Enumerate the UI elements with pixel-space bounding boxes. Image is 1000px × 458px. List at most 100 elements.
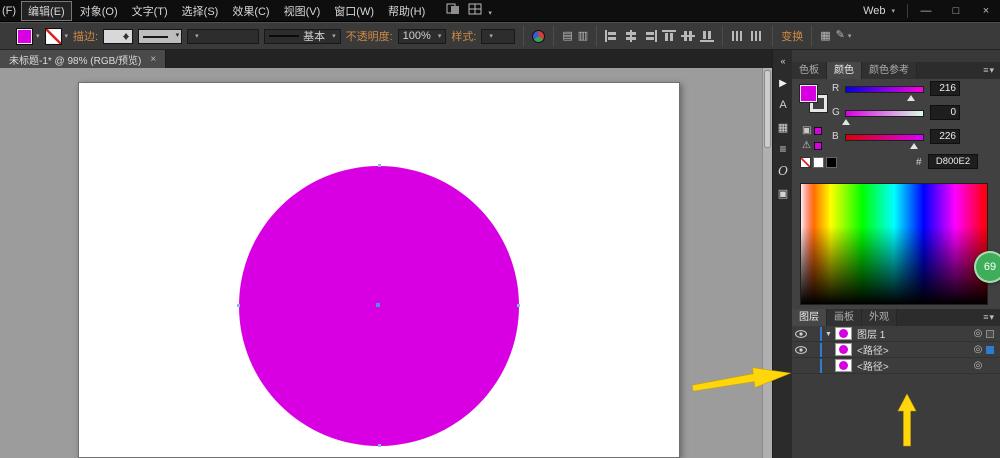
hex-value-field[interactable]: D800E2: [928, 154, 978, 169]
tab-color-guide[interactable]: 颜色参考: [862, 62, 917, 79]
shape-grid-icon[interactable]: ▦: [820, 30, 830, 42]
warning-swatch[interactable]: [814, 142, 822, 150]
selection-indicator[interactable]: [986, 346, 994, 354]
fill-dropdown-icon[interactable]: ▾: [36, 32, 40, 40]
visibility-eye-icon[interactable]: [794, 346, 807, 354]
expand-dock-icon[interactable]: [773, 50, 793, 72]
style-label[interactable]: 样式:: [451, 28, 476, 44]
slider-thumb-icon[interactable]: [907, 95, 915, 101]
fill-indicator[interactable]: [800, 85, 817, 102]
align-center-icon[interactable]: [624, 30, 638, 42]
isolate-pen-icon[interactable]: ✎: [836, 29, 852, 43]
menu-type[interactable]: 文字(T): [125, 1, 175, 21]
vertical-scrollbar[interactable]: [762, 68, 772, 458]
path-name[interactable]: <路径>: [857, 342, 970, 357]
green-badge[interactable]: 69: [974, 251, 1000, 283]
tab-swatches[interactable]: 色板: [792, 62, 827, 79]
menu-select[interactable]: 选择(S): [175, 1, 226, 21]
red-value-field[interactable]: 216: [930, 81, 960, 96]
tab-artboards[interactable]: 画板: [827, 309, 862, 326]
basic-brush-dropdown[interactable]: 基本: [264, 29, 341, 44]
character-panel-icon[interactable]: [773, 94, 793, 116]
layer-name[interactable]: 图层 1: [857, 326, 970, 341]
anchor-point[interactable]: [237, 304, 240, 307]
none-swatch[interactable]: [800, 157, 811, 168]
document-tab[interactable]: 未标题-1* @ 98% (RGB/预览) ×: [0, 50, 166, 68]
warning-icon[interactable]: ⚠: [802, 140, 811, 151]
red-slider[interactable]: [845, 86, 924, 93]
fill-stroke-widget[interactable]: [800, 85, 836, 121]
tab-close-icon[interactable]: ×: [150, 54, 156, 65]
tab-appearance[interactable]: 外观: [862, 309, 897, 326]
menu-window[interactable]: 窗口(W): [327, 1, 381, 21]
path-thumbnail[interactable]: [835, 359, 852, 372]
distribute-icon[interactable]: [731, 30, 745, 42]
opacity-dropdown[interactable]: 100%: [398, 29, 447, 44]
document-setup-icon[interactable]: ▤: [562, 30, 572, 42]
stroke-weight-label[interactable]: 描边:: [73, 28, 98, 44]
distribute-vertical-icon[interactable]: [750, 30, 764, 42]
target-circle-icon[interactable]: [972, 344, 984, 355]
menu-object[interactable]: 对象(O): [73, 1, 125, 21]
layer-row[interactable]: <路径>: [792, 358, 1000, 374]
workspace-switcher[interactable]: Web: [857, 5, 901, 17]
path-name[interactable]: <路径>: [857, 358, 970, 373]
slider-thumb-icon[interactable]: [910, 143, 918, 149]
recolor-artwork-icon[interactable]: [532, 30, 545, 43]
slider-thumb-icon[interactable]: [842, 119, 850, 125]
menu-effect[interactable]: 效果(C): [225, 1, 276, 21]
black-swatch[interactable]: [826, 157, 837, 168]
align-bottom-icon[interactable]: [700, 30, 714, 42]
align-middle-icon[interactable]: [681, 30, 695, 42]
color-spectrum[interactable]: [800, 183, 988, 305]
anchor-point[interactable]: [378, 444, 381, 447]
transform-label[interactable]: 变换: [781, 28, 803, 44]
close-button[interactable]: ×: [974, 3, 998, 19]
export-play-icon[interactable]: [773, 72, 793, 94]
align-top-icon[interactable]: [662, 30, 676, 42]
menu-edit[interactable]: 编辑(E): [21, 1, 72, 21]
scrollbar-thumb[interactable]: [764, 70, 771, 148]
white-swatch[interactable]: [813, 157, 824, 168]
selection-indicator[interactable]: [986, 330, 994, 338]
align-left-icon[interactable]: [605, 30, 619, 42]
width-profile-dropdown[interactable]: [138, 29, 182, 44]
stroke-weight-stepper[interactable]: [103, 29, 133, 44]
artboard[interactable]: [78, 82, 680, 458]
appearance-panel-icon[interactable]: [773, 160, 793, 182]
target-circle-icon[interactable]: [972, 360, 984, 371]
paragraph-panel-icon[interactable]: [773, 138, 793, 160]
bridge-icon[interactable]: [446, 3, 460, 18]
visibility-eye-icon[interactable]: [794, 330, 807, 338]
minimize-button[interactable]: —: [914, 3, 938, 19]
menu-view[interactable]: 视图(V): [277, 1, 328, 21]
anchor-point[interactable]: [378, 164, 381, 167]
expand-triangle-icon[interactable]: [824, 328, 833, 339]
fill-color-swatch[interactable]: [16, 28, 33, 45]
layer-row[interactable]: <路径>: [792, 342, 1000, 358]
restore-button[interactable]: □: [944, 3, 968, 19]
stroke-dropdown-icon[interactable]: ▾: [65, 32, 69, 40]
green-value-field[interactable]: 0: [930, 105, 960, 120]
layer-row[interactable]: 图层 1: [792, 326, 1000, 342]
brush-definition-dropdown[interactable]: [187, 29, 259, 44]
cube-icon[interactable]: ▣: [802, 125, 811, 136]
panel-menu-icon[interactable]: [978, 62, 1000, 79]
menu-file-partial[interactable]: (F): [0, 3, 20, 19]
panel-menu-icon[interactable]: [978, 309, 1000, 326]
blue-slider[interactable]: [845, 134, 924, 141]
arrange-documents-icon[interactable]: [468, 3, 492, 18]
target-circle-icon[interactable]: [972, 328, 984, 339]
tab-color[interactable]: 颜色: [827, 62, 862, 79]
symbols-panel-icon[interactable]: [773, 182, 793, 204]
canvas-area[interactable]: [0, 68, 762, 458]
path-thumbnail[interactable]: [835, 343, 852, 356]
gamut-swatch[interactable]: [814, 127, 822, 135]
opacity-label[interactable]: 不透明度:: [346, 28, 393, 44]
tab-layers[interactable]: 图层: [792, 309, 827, 326]
blue-value-field[interactable]: 226: [930, 129, 960, 144]
stroke-color-swatch[interactable]: [45, 28, 62, 45]
style-dropdown[interactable]: [481, 29, 515, 44]
preferences-icon[interactable]: ▥: [578, 30, 588, 42]
green-slider[interactable]: [845, 110, 924, 117]
